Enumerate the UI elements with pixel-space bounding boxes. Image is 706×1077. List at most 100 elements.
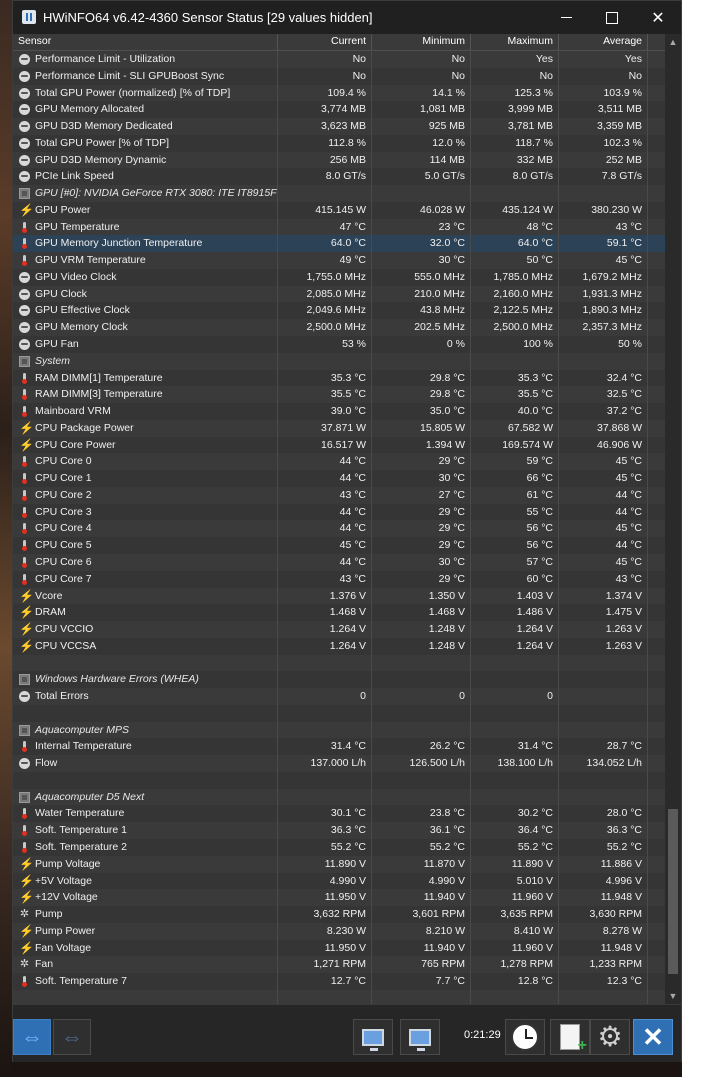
sensor-row[interactable]: CPU Core 7 43 °C 29 °C 60 °C 43 °C xyxy=(13,570,665,588)
sensor-row[interactable]: CPU Core 5 45 °C 29 °C 56 °C 44 °C xyxy=(13,537,665,554)
sensor-row[interactable]: Performance Limit - SLI GPUBoost Sync No N… xyxy=(13,67,665,85)
sensor-group-row[interactable]: Aquacomputer D5 Next xyxy=(13,788,665,806)
current-value: 47 °C xyxy=(278,218,372,236)
spacer-row xyxy=(13,704,665,722)
row-padding xyxy=(648,219,665,236)
sensor-row[interactable]: ⚡ CPU VCCSA 1.264 V 1.248 V 1.264 V 1.263 V xyxy=(13,637,665,655)
logging-button[interactable] xyxy=(550,1019,590,1055)
scroll-down-icon[interactable]: ▼ xyxy=(665,988,681,1004)
sensor-group-row[interactable]: GPU [#0]: NVIDIA GeForce RTX 3080: ITE I… xyxy=(13,185,665,202)
scrollbar-thumb[interactable] xyxy=(668,809,678,974)
sensor-row[interactable]: GPU Video Clock 1,755.0 MHz 555.0 MHz 1,785… xyxy=(13,268,665,286)
sensor-row[interactable]: Total GPU Power (normalized) [% of TDP] 1… xyxy=(13,84,665,102)
column-header-maximum[interactable]: Maximum xyxy=(471,34,559,50)
minimize-button[interactable] xyxy=(543,1,589,34)
sensor-name: CPU Core 7 xyxy=(13,570,278,588)
sensor-group-row[interactable]: Aquacomputer MPS xyxy=(13,721,665,739)
vertical-scrollbar[interactable]: ▲ ▼ xyxy=(665,34,681,1004)
sensor-row[interactable]: GPU Memory Clock 2,500.0 MHz 202.5 MHz 2,50… xyxy=(13,319,665,337)
current-value: 1,755.0 MHz xyxy=(278,268,372,286)
sensor-row[interactable]: ⚡ CPU VCCIO 1.264 V 1.248 V 1.264 V 1.263 V xyxy=(13,621,665,638)
sensor-row[interactable]: ⚡ GPU Power 415.145 W 46.028 W 435.124 W 380.… xyxy=(13,201,665,219)
sensor-row[interactable]: GPU D3D Memory Dynamic 256 MB 114 MB 332 MB… xyxy=(13,151,665,169)
sensor-row[interactable]: ⚡ Vcore 1.376 V 1.350 V 1.403 V 1.374 V xyxy=(13,587,665,605)
current-value: 137.000 L/h xyxy=(278,755,372,772)
minimum-value: 114 MB xyxy=(372,151,471,169)
current-value: 11.890 V xyxy=(278,855,372,873)
minimum-value: 36.1 °C xyxy=(372,822,471,839)
sensor-row[interactable]: GPU D3D Memory Dedicated 3,623 MB 925 MB 3,… xyxy=(13,118,665,135)
sensor-group-row[interactable]: Windows Hardware Errors (WHEA) xyxy=(13,671,665,689)
sensor-row[interactable]: CPU Core 3 44 °C 29 °C 55 °C 44 °C xyxy=(13,503,665,521)
maximum-value xyxy=(471,989,559,1004)
sensor-row[interactable]: Soft. Temperature 7 12.7 °C 7.7 °C 12.8 °C 1… xyxy=(13,973,665,990)
sensor-row[interactable]: ✲ Fan 1,271 RPM 765 RPM 1,278 RPM 1,233 RPM xyxy=(13,956,665,974)
sensor-row[interactable]: PCIe Link Speed 8.0 GT/s 5.0 GT/s 8.0 GT/s 7… xyxy=(13,168,665,186)
network-share-button[interactable] xyxy=(400,1019,440,1055)
sensor-row[interactable]: Total GPU Power [% of TDP] 112.8 % 12.0 % 1… xyxy=(13,134,665,152)
settings-button[interactable]: ⚙ xyxy=(590,1019,630,1055)
sensor-row[interactable]: ✲ Pump 3,632 RPM 3,601 RPM 3,635 RPM 3,630 RP… xyxy=(13,906,665,923)
title-bar[interactable]: HWiNFO64 v6.42-4360 Sensor Status [29 va… xyxy=(13,1,681,34)
maximum-value: 66 °C xyxy=(471,470,559,487)
sensor-row[interactable]: ⚡ CPU Package Power 37.871 W 15.805 W 67.582… xyxy=(13,419,665,437)
sensor-row[interactable]: CPU Core 6 44 °C 30 °C 57 °C 45 °C xyxy=(13,553,665,571)
sensor-row[interactable]: Soft. Temperature 2 55.2 °C 55.2 °C 55.2 °C… xyxy=(13,838,665,856)
sensor-row[interactable]: ⚡ +5V Voltage 4.990 V 4.990 V 5.010 V 4.996 V xyxy=(13,872,665,890)
sensor-row[interactable]: Internal Temperature 31.4 °C 26.2 °C 31.4 °… xyxy=(13,738,665,756)
sensor-row[interactable]: RAM DIMM[1] Temperature 35.3 °C 29.8 °C 35.… xyxy=(13,369,665,387)
sensor-row[interactable]: Performance Limit - Utilization No No Yes Ye… xyxy=(13,51,665,68)
sensor-row[interactable]: Soft. Temperature 1 36.3 °C 36.1 °C 36.4 °C… xyxy=(13,822,665,839)
sensor-row[interactable]: GPU Memory Junction Temperature 64.0 °C 32… xyxy=(13,235,665,253)
sensor-row[interactable]: GPU Memory Allocated 3,774 MB 1,081 MB 3,99… xyxy=(13,101,665,119)
sensor-row[interactable]: GPU Fan 53 % 0 % 100 % 50 % xyxy=(13,336,665,353)
column-header-current[interactable]: Current xyxy=(278,34,372,50)
row-padding xyxy=(648,738,665,755)
minimum-value: 3,601 RPM xyxy=(372,906,471,923)
sensor-row[interactable]: GPU Effective Clock 2,049.6 MHz 43.8 MHz 2,… xyxy=(13,302,665,320)
sensor-row[interactable]: CPU Core 2 43 °C 27 °C 61 °C 44 °C xyxy=(13,486,665,504)
sensor-row[interactable]: ⚡ Pump Voltage 11.890 V 11.870 V 11.890 V 11.… xyxy=(13,855,665,873)
sensor-row[interactable]: GPU VRM Temperature 49 °C 30 °C 50 °C 45 °C xyxy=(13,252,665,269)
current-value: 8.230 W xyxy=(278,922,372,940)
column-header-average[interactable]: Average xyxy=(559,34,648,50)
current-value: 44 °C xyxy=(278,553,372,571)
sensor-row[interactable]: ⚡ CPU Core Power 16.517 W 1.394 W 169.574 W4… xyxy=(13,436,665,454)
close-button[interactable]: ✕ xyxy=(635,1,681,34)
row-padding xyxy=(648,537,665,554)
navigate-left-button[interactable]: ⇔ xyxy=(13,1019,51,1055)
sensor-name: CPU Core 2 xyxy=(13,486,278,504)
sensor-row[interactable]: RAM DIMM[3] Temperature 35.5 °C 29.8 °C 35.… xyxy=(13,386,665,404)
navigate-right-button[interactable]: ⇔ xyxy=(53,1019,91,1055)
reset-timer-button[interactable] xyxy=(505,1019,545,1055)
sensor-row[interactable]: Flow 137.000 L/h 126.500 L/h 138.100 L/h 134… xyxy=(13,755,665,772)
sensor-row[interactable]: ⚡ DRAM 1.468 V 1.468 V 1.486 V 1.475 V xyxy=(13,604,665,622)
column-header-minimum[interactable]: Minimum xyxy=(372,34,471,50)
maximum-value: 1,278 RPM xyxy=(471,956,559,974)
column-header-sensor[interactable]: Sensor xyxy=(13,34,278,50)
maximum-value: 64.0 °C xyxy=(471,235,559,253)
sensor-row[interactable]: CPU Core 4 44 °C 29 °C 56 °C 45 °C xyxy=(13,520,665,538)
sensor-row[interactable]: ⚡ Pump Power 8.230 W 8.210 W 8.410 W 8.278 W xyxy=(13,922,665,940)
sensor-name: GPU Fan xyxy=(13,336,278,353)
minimum-value: 35.0 °C xyxy=(372,403,471,420)
maximum-value: 60 °C xyxy=(471,570,559,588)
sensor-row[interactable]: GPU Temperature 47 °C 23 °C 48 °C 43 °C xyxy=(13,218,665,236)
sensor-name: GPU D3D Memory Dynamic xyxy=(13,151,278,169)
sensor-row[interactable]: GPU Clock 2,085.0 MHz 210.0 MHz 2,160.0 MHz… xyxy=(13,285,665,303)
sensor-row[interactable]: Mainboard VRM 39.0 °C 35.0 °C 40.0 °C 37.2 °… xyxy=(13,403,665,420)
sensor-row[interactable]: ⚡ +12V Voltage 11.950 V 11.940 V 11.960 V 11.… xyxy=(13,889,665,907)
sensor-row[interactable]: CPU Core 0 44 °C 29 °C 59 °C 45 °C xyxy=(13,453,665,471)
scroll-up-icon[interactable]: ▲ xyxy=(665,34,681,50)
sensor-table: Sensor Current Minimum Maximum Average P… xyxy=(13,34,665,1004)
close-sensors-button[interactable]: ✕ xyxy=(633,1019,673,1055)
network-button[interactable] xyxy=(353,1019,393,1055)
average-value: 1.263 V xyxy=(559,637,648,655)
sensor-group-row[interactable]: System xyxy=(13,352,665,370)
sensor-row[interactable]: CPU Core 1 44 °C 30 °C 66 °C 45 °C xyxy=(13,470,665,487)
current-value: 35.3 °C xyxy=(278,369,372,387)
sensor-row[interactable]: Total Errors 0 0 0 xyxy=(13,688,665,705)
maximize-button[interactable] xyxy=(589,1,635,34)
sensor-row[interactable]: Water Temperature 30.1 °C 23.8 °C 30.2 °C 28… xyxy=(13,805,665,823)
sensor-row[interactable]: ⚡ Fan Voltage 11.950 V 11.940 V 11.960 V 11.9… xyxy=(13,939,665,957)
